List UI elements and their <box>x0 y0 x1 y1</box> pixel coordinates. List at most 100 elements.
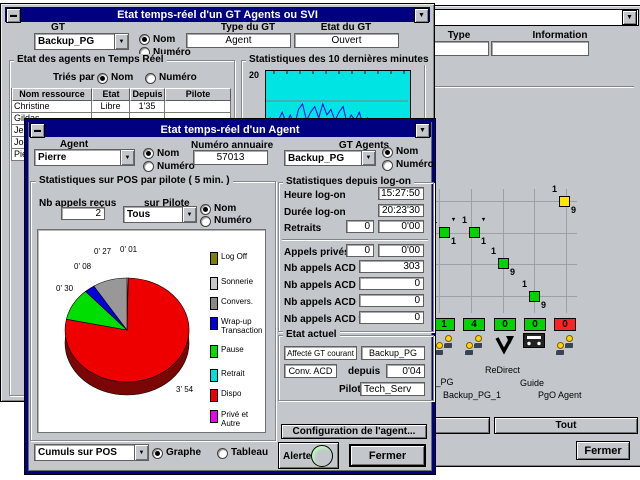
configuration-agent-button[interactable]: Configuration de l'agent... <box>281 424 427 439</box>
legend-item: Pause <box>210 345 244 358</box>
gt-agents-combobox[interactable]: Backup_PG ▼ <box>284 150 376 166</box>
flow-node[interactable] <box>439 227 450 238</box>
filter-bar-left[interactable] <box>432 417 490 434</box>
gtagents-numero-radio-label: Numéro <box>396 159 434 170</box>
fermer-button-background[interactable]: Fermer <box>576 441 630 460</box>
flow-node[interactable] <box>529 291 540 302</box>
minimize-icon[interactable]: ▼ <box>415 123 430 138</box>
combo-arrow-icon[interactable]: ▼ <box>114 34 128 49</box>
node-count-top: 1 <box>462 216 467 225</box>
flow-node[interactable] <box>498 258 509 269</box>
column-information-label: Information <box>511 30 609 41</box>
agent-state-counter: 0 <box>524 318 546 331</box>
flow-node[interactable] <box>559 196 570 207</box>
gt-nom-radio[interactable] <box>139 34 150 45</box>
combo-arrow-icon[interactable]: ▼ <box>120 150 134 165</box>
type-du-gt-label: Type du GT <box>198 22 298 33</box>
flow-node[interactable] <box>469 227 480 238</box>
sur-pilote-combobox-value: Tous <box>124 209 182 220</box>
table-header-cell: Nom ressource <box>12 88 92 101</box>
gt-combobox[interactable]: Backup_PG ▼ <box>34 33 129 50</box>
pilote-numero-radio[interactable] <box>200 216 211 227</box>
sur-pilote-combobox[interactable]: Tous ▼ <box>123 206 197 223</box>
tableau-radio-label: Tableau <box>231 447 268 458</box>
tries-nom-radio[interactable] <box>97 73 108 84</box>
agents-icon[interactable] <box>553 333 577 359</box>
agent-numero-radio[interactable] <box>143 161 154 172</box>
node-label: Guide <box>520 378 544 388</box>
legend-swatch-icon <box>210 369 218 382</box>
graphe-radio-label: Graphe <box>166 447 201 458</box>
svg-text:0' 27: 0' 27 <box>94 247 112 256</box>
fermer-button-agent[interactable]: Fermer <box>349 444 426 467</box>
conv-acd-box: Conv. ACD <box>284 364 337 378</box>
window-background-supervision: ▼ Type Information Tout Fermer 191▾11▾11… <box>415 5 640 467</box>
cumuls-combobox[interactable]: Cumuls sur POS ▼ <box>34 444 149 461</box>
table-cell <box>165 101 231 113</box>
column-type-label: Type <box>429 30 489 41</box>
gtagents-numero-radio[interactable] <box>382 160 393 171</box>
type-field[interactable] <box>430 41 489 56</box>
node-label: PgO Agent <box>538 390 582 400</box>
gt-agents-combobox-value: Backup_PG <box>285 153 361 164</box>
gt-window-titlebar[interactable]: Etat temps-réel d'un GT Agents ou SVI <box>5 7 430 22</box>
affecte-gt-value-box: Backup_PG <box>361 346 425 360</box>
guide-icon[interactable] <box>523 333 547 359</box>
table-header-row: Nom ressourceEtatDepuisPilote <box>12 88 233 101</box>
stat-value-field: 0'00 <box>378 220 424 233</box>
y-axis-tick: 20 <box>249 70 259 80</box>
grid-line <box>431 201 577 202</box>
table-cell: Christine <box>12 101 92 113</box>
numero-annuaire-field: 57013 <box>193 150 268 165</box>
agent-state-counter: 4 <box>463 318 485 331</box>
tries-numero-radio-label: Numéro <box>159 72 197 83</box>
legend-swatch-icon <box>210 410 218 423</box>
pie-legend: Log OffSonnerieConvers.Wrap-up Transacti… <box>210 230 265 432</box>
agent-combobox-value: Pierre <box>35 152 120 163</box>
gtagents-nom-radio[interactable] <box>382 147 393 158</box>
gt-nom-radio-label: Nom <box>153 34 175 45</box>
node-count-bottom: 1 <box>481 237 486 246</box>
agents-groupbox-title: Etat des agents en Temps Réel <box>14 54 167 65</box>
redirect-icon[interactable] <box>493 333 517 359</box>
legend-swatch-icon <box>210 277 218 290</box>
system-menu-icon[interactable]: ▬ <box>30 123 45 138</box>
agent-combobox[interactable]: Pierre ▼ <box>34 149 135 166</box>
node-count-top: 1 <box>552 185 557 194</box>
legend-item: Convers. <box>210 297 253 310</box>
information-field[interactable] <box>491 41 589 56</box>
stat-value-field: 15:27:50 <box>378 187 424 200</box>
gt-label: GT <box>28 22 88 33</box>
cumuls-combobox-value: Cumuls sur POS <box>35 447 134 458</box>
divider <box>422 86 634 88</box>
tries-numero-radio[interactable] <box>145 73 156 84</box>
grid-line <box>566 189 567 313</box>
agents-icon[interactable] <box>462 333 486 359</box>
tout-button[interactable]: Tout <box>494 417 638 434</box>
legend-item: Sonnerie <box>210 277 253 290</box>
background-window-titlebar[interactable] <box>419 9 639 26</box>
legend-label: Pause <box>221 345 244 358</box>
legend-item: Privé et Autre <box>210 410 265 428</box>
pilote-nom-radio[interactable] <box>200 204 211 215</box>
tableau-radio[interactable] <box>217 448 228 459</box>
minimize-icon[interactable]: ▼ <box>414 8 429 23</box>
system-menu-icon[interactable]: ▬ <box>6 8 21 23</box>
alerte-label: Alerte <box>283 451 311 462</box>
legend-item: Retrait <box>210 369 245 382</box>
graphe-radio[interactable] <box>152 448 163 459</box>
combo-arrow-icon[interactable]: ▼ <box>182 207 196 222</box>
agent-window-title: Etat temps-réel d'un Agent <box>160 124 299 136</box>
stat-value-field: 0 <box>359 311 424 324</box>
stat-label: Appels privés <box>284 247 350 258</box>
pos-groupbox-title: Statistiques sur POS par pilote ( 5 min.… <box>36 175 233 186</box>
minimize-icon[interactable]: ▼ <box>622 10 637 25</box>
table-cell: Libre <box>92 101 130 113</box>
agent-nom-radio[interactable] <box>143 148 154 159</box>
table-row[interactable]: ChristineLibre1'35 <box>12 101 233 113</box>
combo-arrow-icon[interactable]: ▼ <box>361 151 375 165</box>
table-header-cell: Depuis <box>130 88 165 101</box>
combo-arrow-icon[interactable]: ▼ <box>134 445 148 460</box>
logon-groupbox-title: Statistiques depuis log-on <box>283 176 414 187</box>
agent-window-titlebar[interactable]: Etat temps-réel d'un Agent <box>29 122 431 137</box>
